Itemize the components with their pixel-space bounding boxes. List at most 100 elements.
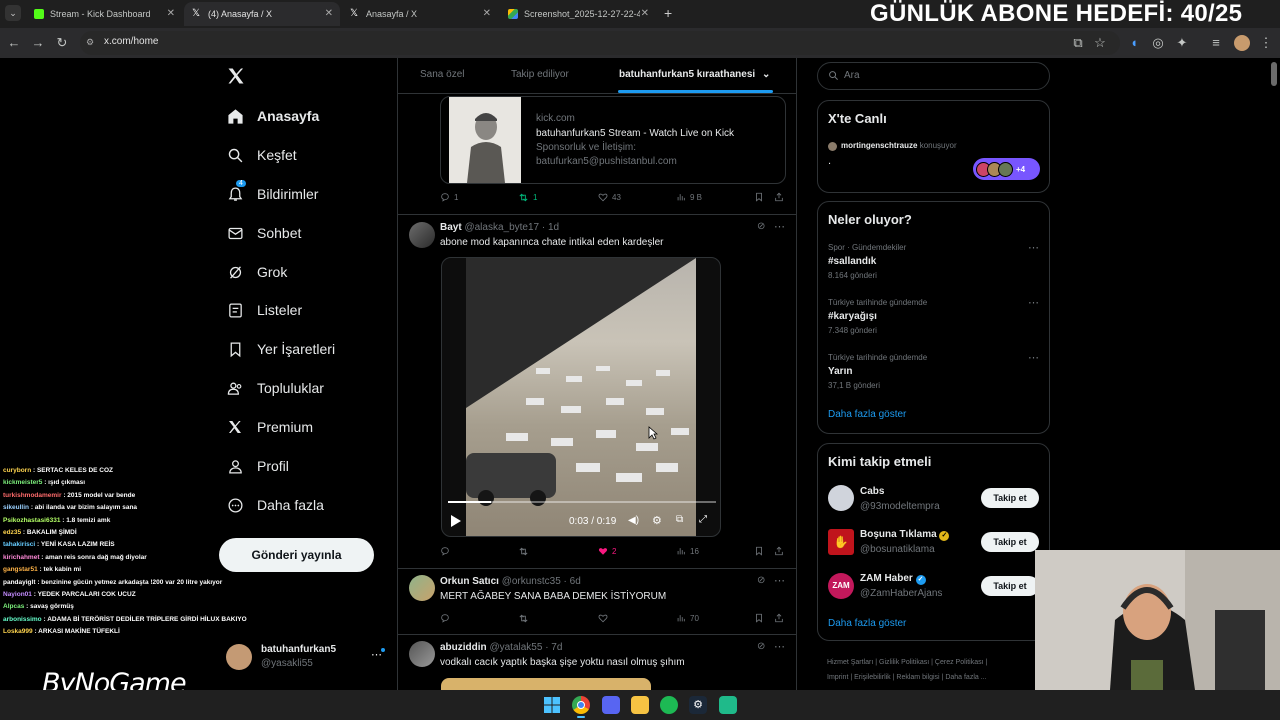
reload-icon[interactable]: ↻ [54, 35, 70, 51]
volume-icon[interactable]: ◀) [628, 515, 639, 526]
follow-button[interactable]: Takip et [981, 532, 1039, 552]
chrome-icon[interactable] [572, 696, 590, 714]
fullscreen-icon[interactable]: ⤢ [699, 514, 707, 525]
video-player[interactable]: 0:03 / 0:19 ◀) ⚙ ⧉ ⤢ [441, 257, 721, 537]
back-icon[interactable]: ← [6, 35, 22, 51]
bookmark-button[interactable] [754, 613, 764, 623]
settings-icon[interactable]: ⚙ [652, 514, 662, 527]
close-tab-icon[interactable]: ✕ [641, 8, 649, 19]
browser-tab[interactable]: Screenshot_2025-12-27-22-49-... ✕ [500, 2, 656, 26]
follow-button[interactable]: Takip et [981, 488, 1039, 508]
tab-search-button[interactable]: ⌄ [5, 5, 21, 21]
nav-premium[interactable]: Premium [226, 416, 313, 438]
views-button[interactable]: 16 [676, 546, 699, 556]
browser-menu-icon[interactable]: ⋮ [1258, 35, 1274, 51]
nav-grok[interactable]: Grok [226, 261, 287, 283]
grok-action-icon[interactable]: ⊘ [757, 221, 765, 232]
grok-action-icon[interactable]: ⊘ [757, 575, 765, 586]
close-tab-icon[interactable]: ✕ [325, 8, 333, 19]
profile-avatar[interactable] [1234, 35, 1250, 51]
steam-icon[interactable]: ⚙ [689, 696, 707, 714]
post-author[interactable]: Orkun Satıcı @orkunstc35 · 6d [440, 576, 581, 587]
post-button[interactable]: Gönderi yayınla [219, 538, 374, 572]
play-icon[interactable] [450, 514, 462, 528]
repost-button[interactable] [518, 613, 529, 624]
trend-more-icon[interactable]: ⋯ [1028, 351, 1039, 364]
trend-item[interactable]: Türkiye tarihinde gündemde #karyağışı 7.… [818, 295, 1049, 341]
like-button[interactable]: 2 [598, 546, 616, 556]
like-button[interactable]: 43 [598, 192, 621, 202]
address-bar[interactable]: ⚙ [80, 31, 1120, 55]
tab-for-you[interactable]: Sana özel [420, 69, 464, 80]
repost-button[interactable]: 1 [518, 192, 537, 203]
pip-icon[interactable]: ⧉ [676, 514, 683, 525]
install-app-icon[interactable]: ⧉ [1070, 35, 1086, 51]
share-button[interactable] [774, 546, 784, 556]
post-author[interactable]: abuziddin @yatalak55 · 7d [440, 642, 562, 653]
browser-tab-active[interactable]: 𝕏 (4) Anasayfa / X ✕ [184, 2, 340, 26]
account-switcher[interactable]: batuhanfurkan5 @yasakli55 ⋯ [226, 642, 386, 674]
extension-icon[interactable]: ◎ [1150, 35, 1166, 51]
footer-link[interactable]: Imprint [827, 674, 848, 681]
close-tab-icon[interactable]: ✕ [483, 8, 491, 19]
post-more-icon[interactable]: ⋯ [774, 574, 785, 587]
trend-item[interactable]: Türkiye tarihinde gündemde Yarın 37,1 B … [818, 350, 1049, 396]
nav-notifications[interactable]: 4 Bildirimler [226, 180, 318, 205]
search-box[interactable]: Ara [817, 62, 1050, 90]
extensions-puzzle-icon[interactable]: ✦ [1174, 35, 1190, 51]
share-button[interactable] [774, 192, 784, 202]
folder-icon[interactable] [631, 696, 649, 714]
post-more-icon[interactable]: ⋯ [774, 220, 785, 233]
tab-community[interactable]: batuhanfurkan5 kıraathanesi ⌄ [619, 69, 770, 80]
footer-link[interactable]: Erişilebilirlik [854, 674, 891, 681]
extension-icon[interactable]: ◖ [1126, 35, 1142, 51]
avatar[interactable] [409, 575, 435, 601]
close-tab-icon[interactable]: ✕ [167, 8, 175, 19]
bookmark-star-icon[interactable]: ☆ [1092, 35, 1108, 51]
browser-tab[interactable]: Stream - Kick Dashboard ✕ [26, 2, 182, 26]
windows-start-icon[interactable] [543, 696, 561, 714]
new-tab-icon[interactable]: + [664, 5, 672, 21]
repost-button[interactable] [518, 546, 529, 557]
trend-more-icon[interactable]: ⋯ [1028, 241, 1039, 254]
bookmark-button[interactable] [754, 546, 764, 556]
follow-button[interactable]: Takip et [981, 576, 1039, 596]
post-image[interactable] [441, 678, 651, 690]
footer-link[interactable]: Çerez Politikası [935, 659, 984, 666]
browser-tab[interactable]: 𝕏 Anasayfa / X ✕ [342, 2, 498, 26]
forward-icon[interactable]: → [30, 35, 46, 51]
nav-bookmarks[interactable]: Yer İşaretleri [226, 338, 335, 360]
share-button[interactable] [774, 613, 784, 623]
follow-suggestion[interactable]: ZAM ZAM Haber ✓ @ZamHaberAjans Takip et [818, 570, 1049, 604]
views-button[interactable]: 70 [676, 613, 699, 623]
tab-following[interactable]: Takip ediliyor [511, 69, 569, 80]
like-button[interactable] [598, 613, 608, 623]
page-scrollbar[interactable] [1271, 62, 1277, 86]
follow-suggestion[interactable]: Cabs @93modeltempra Takip et [818, 482, 1049, 516]
bookmark-button[interactable] [754, 192, 764, 202]
x-logo-icon[interactable] [226, 66, 246, 86]
follow-show-more[interactable]: Daha fazla göster [828, 618, 906, 629]
nav-communities[interactable]: Topluluklar [226, 377, 324, 399]
footer-link[interactable]: Gizlilik Politikası [879, 659, 929, 666]
reply-button[interactable]: 1 [440, 192, 458, 202]
nav-explore[interactable]: Keşfet [226, 144, 297, 166]
nav-lists[interactable]: Listeler [226, 299, 302, 321]
link-card[interactable]: kick.com batuhanfurkan5 Stream - Watch L… [440, 96, 786, 184]
spotify-icon[interactable] [660, 696, 678, 714]
post-author[interactable]: Bayt @alaska_byte17 · 1d [440, 222, 559, 233]
app-icon[interactable] [719, 696, 737, 714]
trend-item[interactable]: Spor · Gündemdekiler #sallandık 8.164 gö… [818, 240, 1049, 286]
avatar[interactable] [409, 222, 435, 248]
video-progress-track[interactable] [448, 501, 716, 503]
follow-suggestion[interactable]: ✋ Boşuna Tıklama ✓ @bosunatiklama Takip … [818, 526, 1049, 560]
trends-show-more[interactable]: Daha fazla göster [828, 409, 906, 420]
discord-icon[interactable] [602, 696, 620, 714]
reply-button[interactable] [440, 546, 450, 556]
site-info-icon[interactable]: ⚙ [86, 37, 98, 49]
grok-action-icon[interactable]: ⊘ [757, 641, 765, 652]
trend-more-icon[interactable]: ⋯ [1028, 296, 1039, 309]
footer-link[interactable]: Reklam bilgisi [896, 674, 939, 681]
reading-list-icon[interactable]: ≡ [1208, 35, 1224, 51]
footer-link[interactable]: Hizmet Şartları [827, 659, 873, 666]
